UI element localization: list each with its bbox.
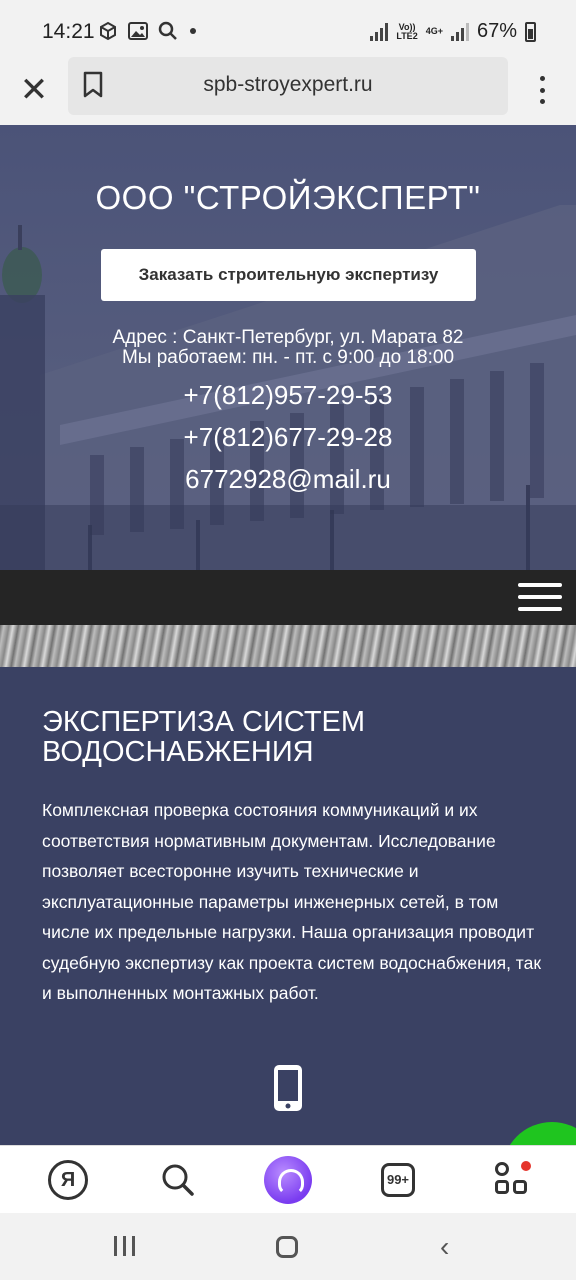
water-supply-section: ЭКСПЕРТИЗА СИСТЕМ ВОДОСНАБЖЕНИЯ Комплекс… xyxy=(0,667,576,1145)
network-type: 4G+ xyxy=(425,26,443,36)
hero-section: ООО "СТРОЙЭКСПЕРТ" Заказать строительную… xyxy=(0,125,576,570)
volte-label: Vo)) LTE2 xyxy=(396,21,418,41)
notification-icons xyxy=(98,21,198,41)
site-navbar xyxy=(0,570,576,625)
box-icon xyxy=(100,21,116,41)
notification-dot xyxy=(521,1161,531,1171)
company-title: ООО "СТРОЙЭКСПЕРТ" xyxy=(95,179,481,216)
search-icon[interactable] xyxy=(158,1160,198,1200)
signal-icon xyxy=(370,22,389,41)
image-icon xyxy=(128,22,148,40)
browser-address-bar: ✕ spb-stroyexpert.ru xyxy=(0,57,576,125)
system-nav-bar: ‹ xyxy=(0,1213,576,1280)
recents-icon[interactable] xyxy=(114,1236,135,1256)
contact-info: Адрес : Санкт-Петербург, ул. Марата 82 М… xyxy=(0,328,576,368)
section-title: ЭКСПЕРТИЗА СИСТЕМ ВОДОСНАБЖЕНИЯ xyxy=(42,706,366,768)
status-bar: 14:21 Vo)) LTE2 4G+ 67% xyxy=(0,0,576,62)
url-field[interactable]: spb-stroyexpert.ru xyxy=(68,57,508,115)
address-text: Адрес : Санкт-Петербург, ул. Марата 82 xyxy=(112,327,464,348)
battery-percent: 67% xyxy=(476,20,517,42)
status-time: 14:21 xyxy=(42,20,95,43)
hours-text: Мы работаем: пн. - пт. с 9:00 до 18:00 xyxy=(121,347,455,368)
yandex-icon[interactable]: Я xyxy=(48,1160,88,1200)
alice-icon[interactable] xyxy=(264,1156,312,1204)
signal-icon-2 xyxy=(450,22,469,41)
order-expertise-button[interactable]: Заказать строительную экспертизу xyxy=(101,249,476,301)
phone-link-1[interactable]: +7(812)957-29-53 xyxy=(0,380,576,411)
more-vert-icon[interactable] xyxy=(530,72,554,108)
browser-toolbar: Я 99+ xyxy=(0,1145,576,1213)
email-link[interactable]: 6772928@mail.ru xyxy=(0,464,576,495)
dot-icon xyxy=(190,28,196,34)
section-description: Комплексная проверка состояния коммуника… xyxy=(42,800,542,1003)
hero-content: ООО "СТРОЙЭКСПЕРТ" Заказать строительную… xyxy=(0,125,576,570)
status-right: Vo)) LTE2 4G+ 67% xyxy=(370,20,536,43)
search-icon xyxy=(158,21,177,40)
chat-fab-button[interactable] xyxy=(502,1122,576,1145)
hamburger-menu-icon[interactable] xyxy=(518,583,562,611)
back-icon[interactable]: ‹ xyxy=(440,1233,449,1261)
banner-image xyxy=(0,625,576,667)
mobile-phone-icon xyxy=(274,1065,302,1111)
tabs-icon[interactable]: 99+ xyxy=(381,1163,415,1197)
url-text: spb-stroyexpert.ru xyxy=(203,73,373,96)
battery-icon xyxy=(525,21,536,42)
close-icon[interactable]: ✕ xyxy=(14,70,54,110)
apps-icon[interactable] xyxy=(493,1160,533,1200)
phone-link-2[interactable]: +7(812)677-29-28 xyxy=(0,422,576,453)
home-icon[interactable] xyxy=(276,1236,298,1258)
